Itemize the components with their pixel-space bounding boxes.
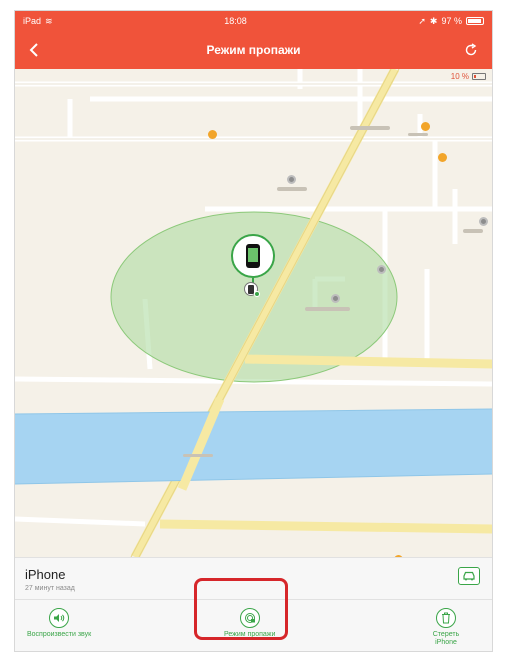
erase-iphone-button[interactable]: Стереть iPhone xyxy=(426,608,466,647)
refresh-icon xyxy=(465,43,477,56)
bluetooth-icon: ✱ xyxy=(429,15,438,26)
play-sound-button[interactable]: Воспроизвести звук xyxy=(27,608,91,639)
device-battery-percent: 10 % xyxy=(450,72,469,81)
poi-orange-icon[interactable] xyxy=(421,122,430,131)
iphone-icon xyxy=(246,244,260,268)
poi-orange-icon[interactable] xyxy=(208,130,217,139)
low-battery-icon xyxy=(472,73,486,80)
play-sound-circle xyxy=(49,608,70,628)
device-label: iPad xyxy=(23,16,42,26)
play-sound-label: Воспроизвести звук xyxy=(27,631,92,638)
poi-gray-icon[interactable] xyxy=(377,265,386,274)
device-info-panel: iPhone 27 минут назад xyxy=(15,557,492,599)
user-location-icon[interactable] xyxy=(244,282,260,297)
car-icon xyxy=(463,571,475,581)
erase-label-line2: iPhone xyxy=(435,639,457,646)
map-canvas xyxy=(15,69,492,557)
device-location-pin[interactable] xyxy=(231,234,275,278)
battery-percent: 97 % xyxy=(441,16,462,26)
erase-label-line1: Стереть xyxy=(432,631,460,638)
clock: 18:08 xyxy=(224,16,247,26)
directions-button[interactable] xyxy=(458,567,480,585)
status-bar: iPad ≋ 18:08 ➚ ✱ 97 % xyxy=(15,11,492,31)
poi-orange-icon[interactable] xyxy=(438,153,447,162)
app-window: iPad ≋ 18:08 ➚ ✱ 97 % Режим пропажи 10 %… xyxy=(14,10,493,652)
back-button[interactable] xyxy=(23,39,45,61)
trash-icon xyxy=(442,612,450,624)
lost-mode-button[interactable]: Режим пропажи xyxy=(224,608,275,639)
last-seen: 27 минут назад xyxy=(25,585,75,592)
online-dot xyxy=(254,291,260,297)
action-bar: Воспроизвести звук Режим пропажи Стереть… xyxy=(15,599,492,651)
lost-mode-circle xyxy=(239,608,260,628)
device-name: iPhone xyxy=(25,567,66,582)
poi-gray-icon[interactable] xyxy=(479,217,488,226)
lost-mode-icon xyxy=(244,613,255,623)
small-device-icon xyxy=(248,284,254,294)
speaker-icon xyxy=(54,614,65,622)
wifi-icon: ≋ xyxy=(45,15,53,26)
device-battery-indicator: 10 % xyxy=(451,72,486,81)
erase-circle xyxy=(436,608,456,628)
page-title: Режим пропажи xyxy=(206,43,301,57)
map-view[interactable]: 10 % xyxy=(15,69,492,557)
battery-icon xyxy=(465,17,484,25)
poi-gray-icon[interactable] xyxy=(331,294,340,303)
poi-gray-icon[interactable] xyxy=(287,175,296,184)
refresh-button[interactable] xyxy=(460,39,482,61)
location-icon: ➚ xyxy=(418,15,426,26)
lost-mode-label: Режим пропажи xyxy=(224,631,276,638)
nav-bar: Режим пропажи xyxy=(15,31,492,69)
chevron-left-icon xyxy=(29,43,38,57)
